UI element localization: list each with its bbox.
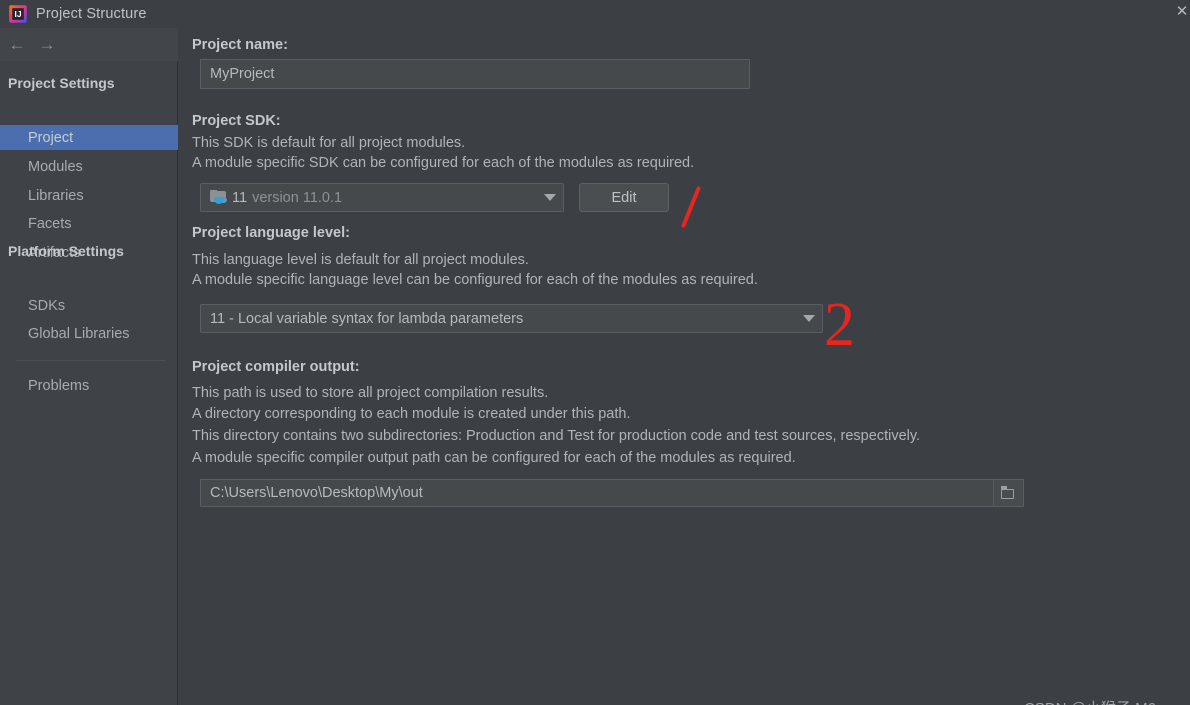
browse-folder-button[interactable] [993, 480, 1023, 506]
sidebar-nav-toolbar: ← → [0, 28, 178, 61]
language-level-selected: 11 - Local variable syntax for lambda pa… [210, 310, 524, 327]
compiler-output-label: Project compiler output: [192, 359, 360, 375]
open-folder-icon [1001, 486, 1016, 499]
sidebar-item-label: Project [28, 129, 74, 146]
compiler-output-input[interactable]: C:\Users\Lenovo\Desktop\My\out [200, 479, 1024, 507]
java-sdk-folder-icon [210, 189, 227, 205]
language-level-desc-2: A module specific language level can be … [192, 272, 758, 288]
project-name-label: Project name: [192, 37, 288, 53]
title-bar: IJ Project Structure ✕ [0, 0, 1190, 28]
sidebar-item-label: Global Libraries [28, 325, 130, 342]
sidebar-item-problems[interactable]: Problems [0, 373, 178, 398]
sidebar-divider [16, 360, 166, 361]
edit-sdk-button[interactable]: Edit [579, 183, 669, 212]
sidebar-group-platform-settings: Platform Settings [8, 243, 124, 259]
compiler-output-desc-4: A module specific compiler output path c… [192, 450, 796, 466]
chevron-down-icon[interactable] [537, 184, 563, 211]
language-level-desc-1: This language level is default for all p… [192, 252, 529, 268]
project-sdk-desc-1: This SDK is default for all project modu… [192, 135, 466, 151]
project-sdk-label: Project SDK: [192, 113, 281, 129]
sidebar-item-global-libraries[interactable]: Global Libraries [0, 321, 178, 346]
main-panel: Project name: MyProject Project SDK: Thi… [179, 28, 1190, 705]
sidebar-item-modules[interactable]: Modules [0, 154, 178, 179]
sidebar-item-label: Libraries [28, 187, 84, 204]
compiler-output-desc-2: A directory corresponding to each module… [192, 406, 631, 422]
forward-arrow-icon[interactable]: → [36, 35, 58, 55]
project-sdk-selected: 11 version 11.0.1 [201, 189, 537, 206]
sidebar-item-project[interactable]: Project [0, 125, 178, 150]
project-structure-dialog: IJ Project Structure ✕ ← → Project Setti… [0, 0, 1190, 705]
close-icon[interactable]: ✕ [1171, 1, 1190, 23]
sidebar-item-libraries[interactable]: Libraries [0, 183, 178, 208]
back-arrow-icon[interactable]: ← [6, 35, 28, 55]
project-sdk-desc-2: A module specific SDK can be configured … [192, 155, 695, 171]
project-name-input[interactable]: MyProject [200, 59, 750, 89]
svg-text:IJ: IJ [14, 9, 21, 19]
project-sdk-combobox[interactable]: 11 version 11.0.1 [200, 183, 564, 212]
sidebar-group-project-settings: Project Settings [8, 75, 115, 91]
project-sdk-name: 11 [232, 189, 248, 206]
sidebar-item-label: Problems [28, 377, 90, 394]
sidebar: ← → Project Settings Project Modules Lib… [0, 28, 178, 705]
annotation-marker-two: 2 [824, 291, 855, 359]
project-sdk-version: version 11.0.1 [252, 189, 343, 206]
annotation-marker-one [680, 185, 702, 229]
language-level-combobox[interactable]: 11 - Local variable syntax for lambda pa… [200, 304, 823, 333]
watermark: CSDN @小猴子 M6 [1024, 697, 1156, 705]
compiler-output-desc-1: This path is used to store all project c… [192, 385, 549, 401]
language-level-label: Project language level: [192, 225, 350, 241]
sidebar-item-label: Modules [28, 158, 83, 175]
window-title: Project Structure [36, 6, 147, 22]
sidebar-item-label: SDKs [28, 297, 66, 314]
compiler-output-value: C:\Users\Lenovo\Desktop\My\out [210, 485, 423, 501]
sidebar-item-facets[interactable]: Facets [0, 211, 178, 236]
compiler-output-desc-3: This directory contains two subdirectori… [192, 428, 921, 444]
chevron-down-icon[interactable] [796, 305, 822, 332]
intellij-idea-logo-icon: IJ [9, 5, 27, 23]
sidebar-item-sdks[interactable]: SDKs [0, 293, 178, 318]
sidebar-item-label: Facets [28, 215, 72, 232]
project-name-value: MyProject [210, 66, 275, 82]
